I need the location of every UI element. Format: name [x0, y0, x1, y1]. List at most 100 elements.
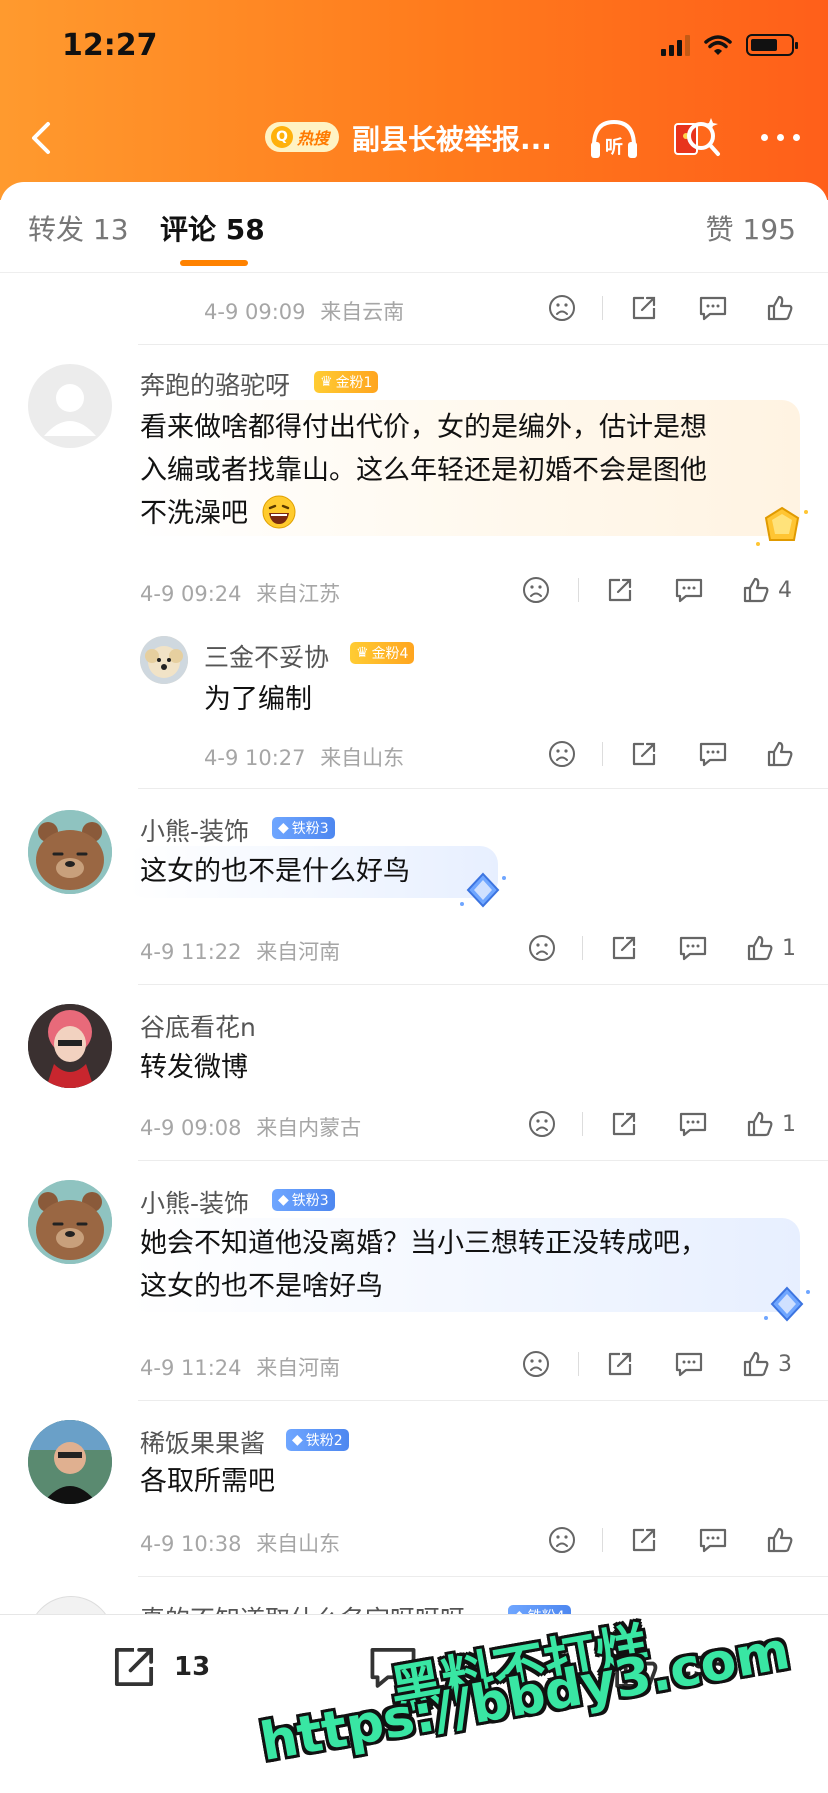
comment-meta: 4-9 10:38 来自山东 [140, 1528, 340, 1558]
crown-icon: ♛ [320, 374, 333, 390]
comment-meta: 4-9 11:24 来自河南 [140, 1352, 340, 1382]
comment-time: 4-9 10:38 [140, 1532, 242, 1556]
reply-button[interactable] [674, 1350, 704, 1378]
comment-meta: 4-9 09:24 来自江苏 [140, 578, 340, 608]
nav-title[interactable]: 副县长被举报... [352, 118, 552, 158]
avatar[interactable] [28, 364, 112, 448]
reply-button[interactable] [678, 1110, 708, 1138]
divider [578, 1352, 579, 1376]
comment-time: 4-9 10:27 [204, 746, 306, 770]
red-packet-search-icon [674, 118, 720, 156]
diamond-icon: ◆ [278, 820, 289, 836]
divider [582, 936, 583, 960]
avatar[interactable] [140, 636, 188, 684]
laughing-emoji-icon [262, 495, 296, 529]
bottom-repost-button[interactable]: 13 [108, 1643, 210, 1691]
dislike-button[interactable] [548, 740, 576, 768]
comment-time: 4-9 09:24 [140, 582, 242, 606]
header-bar: 12:27 Q 热搜 副县长被举报... 听 [0, 0, 828, 200]
tab-repost[interactable]: 转发 13 [28, 208, 129, 248]
avatar[interactable] [28, 1420, 112, 1504]
comment-username[interactable]: 小熊-装饰 [140, 812, 249, 848]
comment-location: 来自云南 [320, 300, 405, 324]
comment-meta: 4-9 09:09 来自云南 [204, 296, 404, 326]
diamond-icon: ◆ [292, 1432, 303, 1448]
reply-button[interactable] [678, 934, 708, 962]
comment-username[interactable]: 稀饭果果酱 [140, 1424, 265, 1460]
comment-line: 她会不知道他没离婚？当小三想转正没转成吧， [140, 1228, 707, 1259]
listen-button[interactable]: 听 [588, 112, 640, 164]
comment-location: 来自河南 [256, 1356, 341, 1380]
like-button[interactable] [766, 1526, 794, 1554]
tab-like[interactable]: 赞 195 [706, 208, 796, 248]
like-button[interactable]: 3 [742, 1350, 792, 1378]
like-button[interactable] [766, 740, 794, 768]
comment-time: 4-9 09:09 [204, 300, 306, 324]
divider [602, 742, 603, 766]
battery-icon [746, 34, 798, 56]
comment-username[interactable]: 奔跑的骆驼呀 [140, 366, 290, 402]
comment-text: 为了编制 [204, 684, 312, 715]
back-icon[interactable] [22, 118, 62, 158]
thumb-up-icon [747, 935, 773, 961]
like-count: 1 [782, 935, 796, 961]
tab-comment[interactable]: 评论 58 [160, 208, 265, 248]
fan-badge[interactable]: ◆ 铁粉3 [272, 817, 335, 839]
divider [138, 984, 828, 985]
divider [138, 1576, 828, 1577]
share-icon [632, 1528, 656, 1552]
reply-button[interactable] [698, 740, 728, 768]
dislike-button[interactable] [522, 1350, 550, 1378]
comment-location: 来自山东 [320, 746, 405, 770]
share-button[interactable] [610, 1110, 638, 1138]
dislike-button[interactable] [548, 1526, 576, 1554]
share-icon [632, 296, 656, 320]
share-button[interactable] [606, 576, 634, 604]
comment-text: 她会不知道他没离婚？当小三想转正没转成吧， 这女的也不是啥好鸟 [140, 1222, 707, 1308]
fan-badge[interactable]: ◆ 铁粉3 [272, 1189, 335, 1211]
like-button[interactable] [766, 294, 794, 322]
share-button[interactable] [610, 934, 638, 962]
avatar[interactable] [28, 1180, 112, 1264]
reply-button[interactable] [698, 294, 728, 322]
comment-icon [675, 1352, 703, 1377]
dislike-button[interactable] [528, 1110, 556, 1138]
red-packet-search-button[interactable] [670, 112, 722, 164]
share-button[interactable] [606, 1350, 634, 1378]
dislike-button[interactable] [522, 576, 550, 604]
like-button[interactable]: 1 [746, 1110, 796, 1138]
comment-icon [679, 1112, 707, 1137]
share-button[interactable] [630, 1526, 658, 1554]
comment-username[interactable]: 小熊-装饰 [140, 1184, 249, 1220]
avatar[interactable] [28, 1004, 112, 1088]
like-button[interactable]: 4 [742, 576, 792, 604]
blue-gem-icon [764, 1286, 810, 1322]
comment-location: 来自江苏 [256, 582, 341, 606]
dislike-button[interactable] [528, 934, 556, 962]
hot-search-tag[interactable]: Q 热搜 [265, 122, 340, 152]
comment-meta: 4-9 10:27 来自山东 [204, 742, 404, 772]
divider [602, 296, 603, 320]
comment-meta: 4-9 09:08 来自内蒙古 [140, 1112, 361, 1142]
more-icon[interactable] [761, 134, 800, 141]
comment-text: 看来做啥都得付出代价，女的是编外，估计是想 入编或者找靠山。这么年轻还是初婚不会… [140, 406, 707, 535]
repost-count: 13 [174, 1652, 211, 1682]
fan-badge[interactable]: ♛ 金粉4 [350, 642, 415, 664]
like-count: 4 [778, 577, 792, 603]
fan-badge-label: 金粉4 [371, 646, 409, 662]
share-button[interactable] [630, 294, 658, 322]
dislike-button[interactable] [548, 294, 576, 322]
comment-icon [675, 578, 703, 603]
fan-badge[interactable]: ◆ 铁粉2 [286, 1429, 349, 1451]
comment-username[interactable]: 三金不妥协 [204, 638, 329, 674]
fan-badge[interactable]: ♛ 金粉1 [314, 371, 379, 393]
thumb-up-icon [767, 741, 793, 767]
comment-username[interactable]: 谷底看花n [140, 1008, 256, 1044]
share-button[interactable] [630, 740, 658, 768]
fan-badge-label: 铁粉2 [305, 1433, 343, 1449]
reply-button[interactable] [674, 576, 704, 604]
avatar[interactable] [28, 810, 112, 894]
comment-line: 这女的也不是啥好鸟 [140, 1271, 383, 1302]
like-button[interactable]: 1 [746, 934, 796, 962]
reply-button[interactable] [698, 1526, 728, 1554]
